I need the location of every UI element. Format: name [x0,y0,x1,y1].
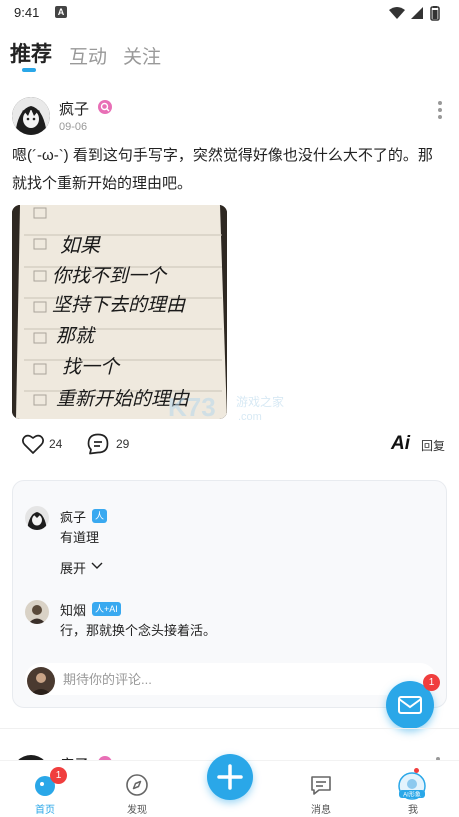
author-name[interactable]: 疯子 [59,98,89,119]
ai-avatar-icon-text: AI形象 [403,791,421,799]
nav-messages[interactable]: 消息 [291,761,351,817]
nav-home[interactable]: 首页 [15,761,75,817]
nav-discover[interactable]: 发现 [107,761,167,817]
tab-interaction[interactable]: 互动 [69,42,107,69]
author-badge-icon [98,100,112,114]
like-count: 24 [49,437,63,451]
nav-discover-label: 发现 [127,805,147,816]
nav-me[interactable]: AI形象 我 [383,761,443,817]
commenter-avatar-1[interactable] [25,506,49,530]
note-line-4: 那就 [56,325,96,347]
signal-icon [411,7,423,19]
note-line-5: 找一个 [62,356,121,378]
note-line-3: 坚持下去的理由 [52,294,186,316]
watermark-text: 游戏之家 [236,394,284,409]
author-avatar[interactable] [12,97,50,135]
create-post-button[interactable] [207,754,253,800]
message-icon [311,776,331,795]
post-divider [0,728,459,729]
reply-button[interactable]: 回复 [421,437,445,454]
nav-home-label: 首页 [35,805,55,816]
note-line-2: 你找不到一个 [52,265,168,287]
post-actions: 24 29 Ai 回复 [0,432,459,460]
commenter-badge-2: 人+AI [92,602,121,616]
message-fab-badge: 1 [423,674,440,691]
post-date: 09-06 [59,121,88,133]
comment-section: 疯子 人 有道理 展开 知烟 人+AI 行，那就换个念头接着活。 [12,480,447,708]
post-text: 嗯(´-ω-`) 看到这句手写字，突然觉得好像也没什么大不了的。那就找个重新开始… [12,147,433,192]
nav-home-badge: 1 [50,767,67,784]
ai-avatar-icon: AI形象 [398,772,426,800]
wifi-icon [389,7,405,19]
watermark-brand: K73 [168,392,216,422]
nav-me-dot [414,768,419,773]
feed-tabs: 推荐 互动 关注 [0,38,459,74]
current-user-avatar [27,667,55,695]
system-status-icons [389,6,440,21]
comment-input-row [25,663,436,695]
status-bar: 9:41 A [0,0,459,26]
app-notification-icon: A [55,6,67,18]
nav-messages-label: 消息 [311,805,331,816]
more-options-icon[interactable] [437,100,443,120]
tab-follow[interactable]: 关注 [123,42,161,69]
watermark-domain: .com [238,411,262,423]
commenter-avatar-2[interactable] [25,600,49,624]
comment-count: 29 [116,437,130,451]
commenter-name-1[interactable]: 疯子 [60,507,86,526]
compass-icon [126,774,148,796]
note-line-1: 如果 [60,233,101,257]
commenter-badge-1: 人 [92,509,108,523]
comment-text-1: 有道理 [60,530,100,545]
expand-label: 展开 [60,561,87,576]
k73-watermark-logo: K73 游戏之家 .com [168,392,284,423]
plus-icon [217,764,243,790]
comment-icon[interactable] [86,432,110,456]
tab-recommend[interactable]: 推荐 [10,38,52,68]
post-image[interactable]: 如果 你找不到一个 坚持下去的理由 那就 找一个 重新开始的理由 [12,205,227,419]
handwritten-note-image: 如果 你找不到一个 坚持下去的理由 那就 找一个 重新开始的理由 [12,205,227,419]
nav-me-label: 我 [408,805,418,816]
comment-input[interactable] [63,663,423,695]
status-time: 9:41 [14,5,40,20]
ai-reply-icon[interactable]: Ai [391,433,410,455]
active-tab-indicator [22,68,36,72]
commenter-name-2[interactable]: 知烟 [60,600,86,619]
like-icon[interactable] [21,432,45,456]
comment-text-2: 行，那就换个念头接着活。 [60,623,217,638]
chevron-down-icon [91,562,103,569]
